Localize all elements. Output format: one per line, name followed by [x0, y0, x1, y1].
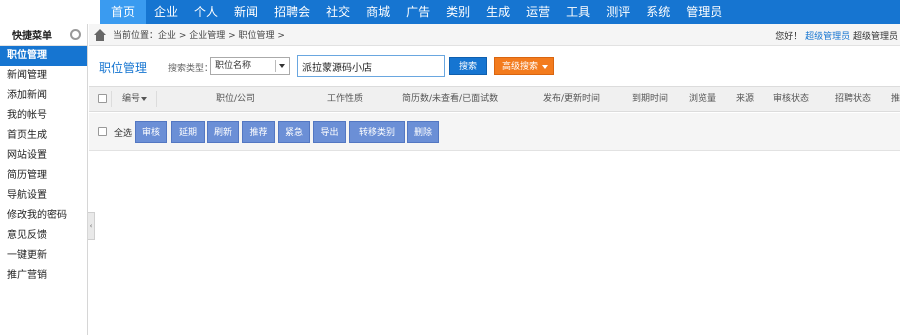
nav-category[interactable]: 类别 [438, 0, 478, 24]
nav-assessment[interactable]: 测评 [598, 0, 638, 24]
column-header-views: 浏览量 [689, 94, 717, 104]
column-header-id[interactable]: 编号 [122, 87, 148, 111]
nav-social[interactable]: 社交 [318, 0, 358, 24]
breadcrumb: 当前位置：企业 > 企业管理 > 职位管理 > [113, 31, 285, 41]
welcome-prefix: 您好！ [775, 32, 803, 42]
column-header-resume-count: 简历数/未查看/已面试数 [402, 94, 499, 104]
sidebar-collapse-handle[interactable]: ‹ [88, 212, 95, 240]
column-header-promote: 推 [891, 94, 900, 104]
nav-operations[interactable]: 运营 [518, 0, 558, 24]
select-all-label: 全选 [114, 129, 133, 139]
home-icon[interactable] [93, 28, 107, 41]
page-title: 职位管理 [99, 61, 148, 75]
sidebar-header: 快捷菜单 [0, 24, 87, 46]
search-button[interactable]: 搜索 [449, 57, 487, 75]
admin-link[interactable]: 超级管理员 [805, 32, 850, 42]
nav-system[interactable]: 系统 [638, 0, 678, 24]
gear-icon[interactable] [70, 29, 81, 40]
breadcrumb-bar: 当前位置：企业 > 企业管理 > 职位管理 > 您好！ 超级管理员 超级管理员 [89, 24, 900, 46]
nav-mall[interactable]: 商城 [358, 0, 398, 24]
nav-tools[interactable]: 工具 [558, 0, 598, 24]
advanced-search-label: 高级搜索 [502, 62, 539, 72]
nav-job-fair[interactable]: 招聘会 [266, 0, 318, 24]
advanced-search-button[interactable]: 高级搜索 [494, 57, 554, 75]
chevron-down-icon [542, 65, 548, 69]
urgent-button[interactable]: 紧急 [278, 121, 310, 143]
sidebar-item-feedback[interactable]: 意见反馈 [0, 226, 87, 246]
chevron-down-icon [279, 64, 285, 68]
header-checkbox[interactable] [98, 94, 107, 103]
search-type-select[interactable]: 职位名称 [210, 57, 290, 75]
column-header-publish-time: 发布/更新时间 [543, 94, 601, 104]
export-button[interactable]: 导出 [313, 121, 346, 143]
approve-button[interactable]: 审核 [135, 121, 167, 143]
batch-action-row: 全选 审核 延期 刷新 推荐 紧急 导出 转移类别 删除 [89, 113, 900, 151]
nav-home[interactable]: 首页 [100, 0, 147, 24]
move-category-button[interactable]: 转移类别 [349, 121, 405, 143]
search-bar: 职位管理 搜索类型： 职位名称 搜索 高级搜索 [89, 46, 900, 86]
search-input[interactable] [297, 55, 445, 77]
column-header-review-status: 审核状态 [773, 94, 810, 104]
sort-icon [141, 96, 148, 101]
sidebar-item-news-management[interactable]: 新闻管理 [0, 66, 87, 86]
top-bar: 首页 企业 个人 新闻 招聘会 社交 商城 广告 类别 生成 运营 工具 测评 … [0, 0, 900, 24]
sidebar-item-my-account[interactable]: 我的帐号 [0, 106, 87, 126]
sidebar-item-home-generate[interactable]: 首页生成 [0, 126, 87, 146]
sidebar-title: 快捷菜单 [12, 31, 52, 42]
nav-company[interactable]: 企业 [146, 0, 186, 24]
column-header-recruit-status: 招聘状态 [835, 94, 872, 104]
sidebar: 快捷菜单 职位管理 新闻管理 添加新闻 我的帐号 首页生成 网站设置 简历管理 … [0, 24, 88, 335]
search-type-value: 职位名称 [215, 61, 252, 71]
sidebar-item-marketing[interactable]: 推广营销 [0, 266, 87, 286]
sidebar-item-nav-settings[interactable]: 导航设置 [0, 186, 87, 206]
nav-news[interactable]: 新闻 [226, 0, 266, 24]
sidebar-item-one-click-update[interactable]: 一键更新 [0, 246, 87, 266]
search-type-label: 搜索类型： [168, 64, 214, 74]
nav-personal[interactable]: 个人 [186, 0, 226, 24]
delete-button[interactable]: 删除 [407, 121, 439, 143]
column-header-work-type: 工作性质 [327, 94, 364, 104]
sidebar-item-site-settings[interactable]: 网站设置 [0, 146, 87, 166]
refresh-button[interactable]: 刷新 [207, 121, 239, 143]
column-header-position: 职位/公司 [216, 94, 256, 104]
sidebar-item-job-management[interactable]: 职位管理 [0, 46, 87, 66]
sidebar-item-resume-management[interactable]: 简历管理 [0, 166, 87, 186]
extend-button[interactable]: 延期 [171, 121, 205, 143]
nav-ads[interactable]: 广告 [398, 0, 438, 24]
sidebar-item-change-password[interactable]: 修改我的密码 [0, 206, 87, 226]
column-header-source: 来源 [736, 94, 755, 104]
recommend-button[interactable]: 推荐 [242, 121, 275, 143]
sidebar-item-add-news[interactable]: 添加新闻 [0, 86, 87, 106]
table-header: 编号 职位/公司 工作性质 简历数/未查看/已面试数 发布/更新时间 到期时间 … [89, 86, 900, 112]
select-all-checkbox[interactable] [98, 127, 107, 136]
sidebar-menu: 职位管理 新闻管理 添加新闻 我的帐号 首页生成 网站设置 简历管理 导航设置 … [0, 46, 87, 286]
nav-generate[interactable]: 生成 [478, 0, 518, 24]
welcome-text: 您好！ 超级管理员 超级管理员 [775, 29, 898, 42]
column-header-expire-time: 到期时间 [632, 94, 669, 104]
welcome-suffix: 超级管理员 [852, 32, 898, 42]
top-nav: 首页 企业 个人 新闻 招聘会 社交 商城 广告 类别 生成 运营 工具 测评 … [100, 0, 900, 24]
nav-admin[interactable]: 管理员 [678, 0, 730, 24]
